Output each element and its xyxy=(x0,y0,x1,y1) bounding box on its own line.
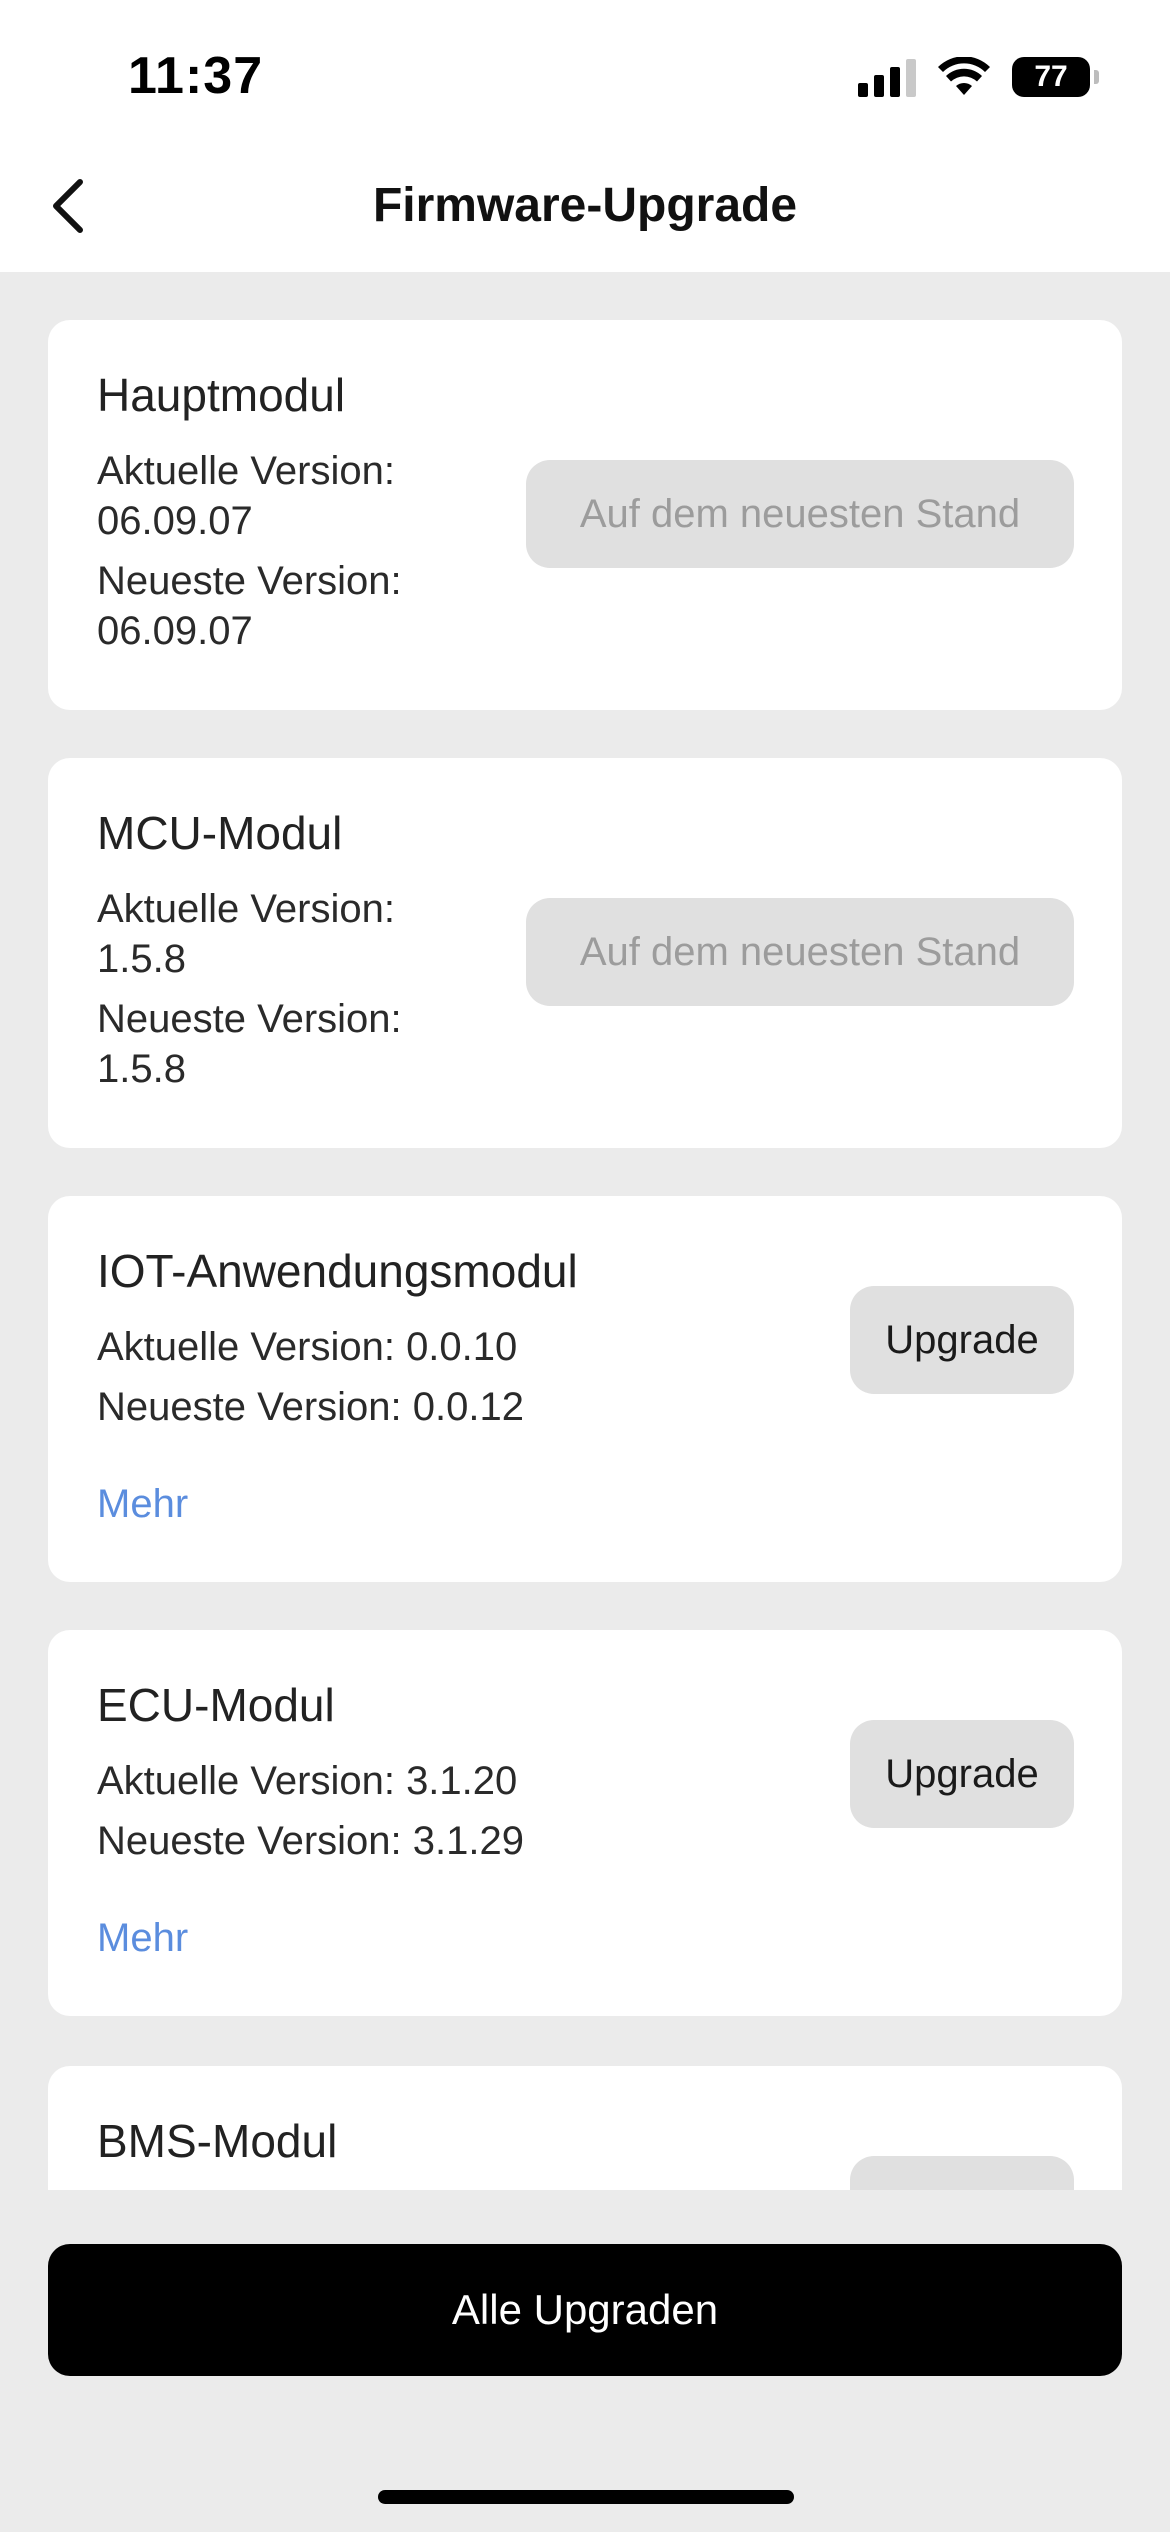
home-indicator[interactable] xyxy=(378,2490,794,2504)
upgrade-button[interactable] xyxy=(850,2156,1074,2190)
battery-icon: 77 xyxy=(1012,57,1099,97)
module-title: ECU-Modul xyxy=(97,1679,335,1731)
current-version-value: 1.5.8 xyxy=(97,937,186,981)
upgrade-all-button[interactable]: Alle Upgraden xyxy=(48,2244,1122,2376)
up-to-date-button: Auf dem neuesten Stand xyxy=(526,898,1074,1006)
module-card-main: Hauptmodul Aktuelle Version: 06.09.07 Ne… xyxy=(48,320,1122,710)
up-to-date-button: Auf dem neuesten Stand xyxy=(526,460,1074,568)
module-list[interactable]: Hauptmodul Aktuelle Version: 06.09.07 Ne… xyxy=(0,272,1170,2190)
latest-version-value: 1.5.8 xyxy=(97,1047,186,1091)
latest-version-label: Neueste Version: xyxy=(97,559,402,603)
module-card-bms: BMS-Modul xyxy=(48,2066,1122,2190)
current-version-label: Aktuelle Version: xyxy=(97,449,395,493)
latest-version-label: Neueste Version: xyxy=(97,997,402,1041)
top-bar: 11:37 77 Firmware-Upgrade xyxy=(0,0,1170,272)
current-version: Aktuelle Version: 3.1.20 xyxy=(97,1759,518,1803)
status-icons: 77 xyxy=(858,52,1099,102)
current-version-value: 06.09.07 xyxy=(97,499,253,543)
current-version: Aktuelle Version: 0.0.10 xyxy=(97,1325,518,1369)
upgrade-button[interactable]: Upgrade xyxy=(850,1286,1074,1394)
more-link[interactable]: Mehr xyxy=(97,1916,188,1961)
module-card-iot: IOT-Anwendungsmodul Aktuelle Version: 0.… xyxy=(48,1196,1122,1582)
latest-version-value: 06.09.07 xyxy=(97,609,253,653)
module-title: MCU-Modul xyxy=(97,807,343,859)
module-card-mcu: MCU-Modul Aktuelle Version: 1.5.8 Neuest… xyxy=(48,758,1122,1148)
module-card-ecu: ECU-Modul Aktuelle Version: 3.1.20 Neues… xyxy=(48,1630,1122,2016)
upgrade-button[interactable]: Upgrade xyxy=(850,1720,1074,1828)
cellular-signal-icon xyxy=(858,57,916,97)
wifi-icon xyxy=(938,57,990,95)
battery-level: 77 xyxy=(1034,60,1068,93)
module-title: IOT-Anwendungsmodul xyxy=(97,1245,578,1297)
more-link[interactable]: Mehr xyxy=(97,1482,188,1527)
latest-version: Neueste Version: 0.0.12 xyxy=(97,1385,524,1429)
page-title: Firmware-Upgrade xyxy=(372,179,798,232)
status-time: 11:37 xyxy=(128,47,264,105)
current-version-label: Aktuelle Version: xyxy=(97,887,395,931)
latest-version: Neueste Version: 3.1.29 xyxy=(97,1819,524,1863)
module-title: BMS-Modul xyxy=(97,2115,338,2167)
module-title: Hauptmodul xyxy=(97,369,346,421)
